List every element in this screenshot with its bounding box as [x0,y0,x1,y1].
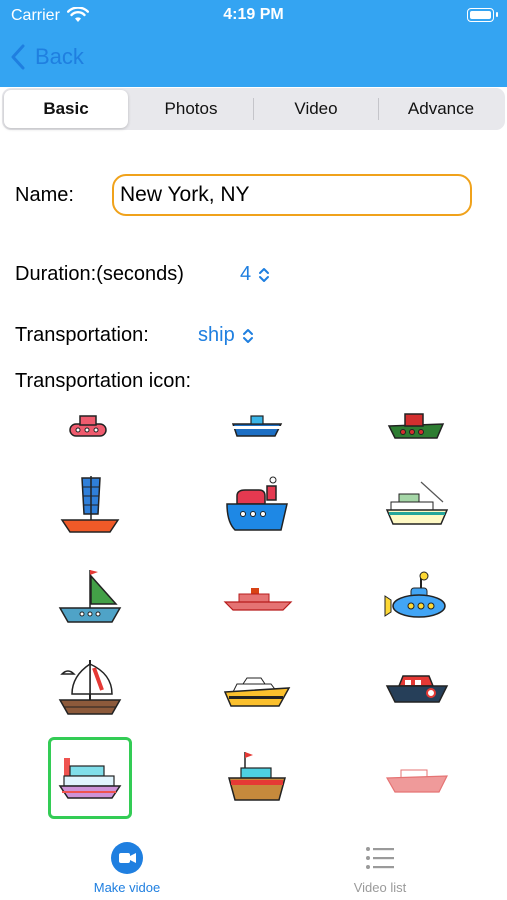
duration-picker[interactable]: 4 [240,263,270,286]
segment-advance[interactable]: Advance [379,90,503,128]
list-icon [366,847,394,869]
icon-cell[interactable] [375,405,459,459]
chevron-up-down-icon [242,328,253,343]
status-bar: Carrier 4:19 PM [0,5,507,27]
back-button[interactable]: Back [10,42,84,72]
icon-cell[interactable] [375,557,459,639]
transportation-picker[interactable]: ship [198,324,254,347]
status-time: 4:19 PM [223,6,284,23]
tab-bar: Make vidoe Video list [0,836,507,900]
duration-value: 4 [240,263,252,285]
header: Carrier 4:19 PM Back [0,0,507,87]
name-label: Name: [15,184,74,206]
segment-video[interactable]: Video [254,90,378,128]
junk-sailboat-icon [60,476,120,533]
tab-make-video[interactable]: Make vidoe [47,842,207,898]
submarine-icon [384,571,446,618]
icon-cell[interactable] [215,405,299,459]
icon-cell[interactable] [48,557,132,639]
boat-red-icon [69,415,107,437]
fishing-boat-icon [228,752,286,801]
icon-cell[interactable] [48,647,132,729]
icon-cell[interactable] [215,737,299,819]
back-label: Back [35,44,84,69]
name-value: New York, NY [120,183,250,206]
segmented-control: Basic Photos Video Advance [2,88,505,130]
chevron-left-icon [11,44,25,70]
segment-basic[interactable]: Basic [4,90,128,128]
tab-video-list[interactable]: Video list [300,842,460,898]
icon-cell[interactable] [375,647,459,729]
transportation-value: ship [198,324,235,346]
icon-grid [0,405,507,825]
cruise-liner-yellow-icon [223,677,291,707]
segment-photos[interactable]: Photos [129,90,253,128]
chevron-up-down-icon [259,267,270,282]
cruise-ship-red-icon [223,588,293,611]
icon-cell[interactable] [48,465,132,547]
tugboat-red-green-icon [387,413,445,439]
icon-cell[interactable] [48,405,132,459]
icon-cell[interactable] [375,465,459,547]
video-camera-icon [111,842,143,874]
ferry-icon [385,481,449,525]
ship-blue-icon [231,415,283,437]
transportation-label: Transportation: [15,324,149,346]
motorboat-white-icon [385,769,448,793]
battery-icon [467,8,498,22]
yacht-pink-icon [58,758,122,799]
pirate-sailboat-icon [58,660,122,715]
icon-cell[interactable] [215,557,299,639]
icon-cell[interactable] [215,465,299,547]
speedboat-icon [385,675,449,703]
transportation-icon-label: Transportation icon: [15,370,192,392]
tab-make-video-label: Make vidoe [93,880,161,895]
icon-cell[interactable] [375,737,459,819]
sailboat-green-icon [58,570,122,623]
duration-label: Duration:(seconds) [15,263,184,285]
steamship-icon [226,476,288,531]
tab-video-list-label: Video list [353,880,407,895]
icon-cell-selected[interactable] [48,737,132,819]
name-field[interactable]: New York, NY [112,174,472,216]
icon-cell[interactable] [215,647,299,729]
